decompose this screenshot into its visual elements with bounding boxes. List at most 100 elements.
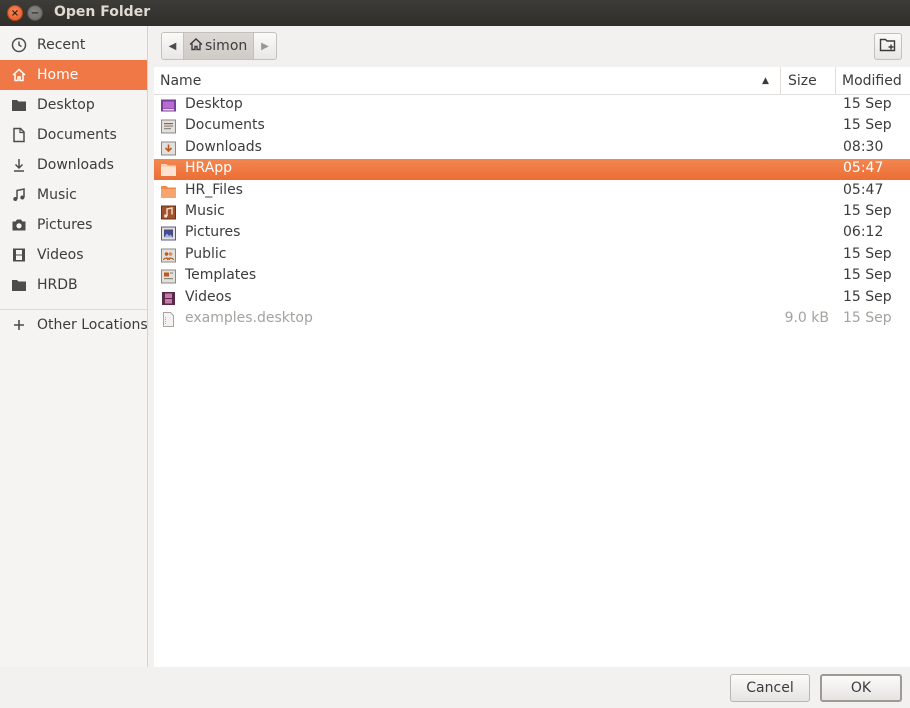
path-bar: ◀ simon ▶ <box>161 32 277 60</box>
close-window-button[interactable]: × <box>7 5 23 21</box>
sidebar-item-home[interactable]: Home <box>0 60 147 90</box>
file-list-header: Name ▲ Size Modified <box>154 67 910 95</box>
sidebar-item-hrdb[interactable]: HRDB <box>0 270 147 300</box>
table-row[interactable]: Music 15 Sep <box>154 202 910 223</box>
home-icon <box>10 66 28 84</box>
table-row[interactable]: Pictures 06:12 <box>154 223 910 244</box>
file-name: examples.desktop <box>185 310 313 326</box>
desktop-folder-icon <box>160 98 177 113</box>
sidebar-item-desktop[interactable]: Desktop <box>0 90 147 120</box>
sidebar-item-recent[interactable]: Recent <box>0 30 147 60</box>
music-icon <box>10 186 28 204</box>
sidebar-item-label: Other Locations <box>37 317 148 333</box>
file-modified: 15 Sep <box>843 288 892 305</box>
text-file-icon <box>160 312 177 327</box>
file-name: HR_Files <box>185 181 243 198</box>
file-name: HRApp <box>185 160 233 177</box>
column-header-modified[interactable]: Modified <box>842 67 902 95</box>
new-folder-button[interactable] <box>874 33 902 60</box>
places-sidebar: Recent Home Desktop Documents Downloads … <box>0 26 148 667</box>
videos-folder-icon <box>160 291 177 306</box>
table-row[interactable]: Public 15 Sep <box>154 245 910 266</box>
ok-button[interactable]: OK <box>820 674 902 702</box>
camera-icon <box>10 216 28 234</box>
sidebar-item-label: Downloads <box>37 157 114 173</box>
public-folder-icon <box>160 248 177 263</box>
file-name: Public <box>185 245 227 262</box>
film-icon <box>10 246 28 264</box>
document-icon <box>10 126 28 144</box>
path-scroll-left-button[interactable]: ◀ <box>162 33 184 59</box>
file-modified: 15 Sep <box>843 245 892 262</box>
file-name: Desktop <box>185 96 243 112</box>
sidebar-item-videos[interactable]: Videos <box>0 240 147 270</box>
sidebar-item-documents[interactable]: Documents <box>0 120 147 150</box>
cancel-button[interactable]: Cancel <box>730 674 810 702</box>
sidebar-item-label: HRDB <box>37 277 78 293</box>
folder-icon <box>160 184 177 199</box>
sidebar-item-label: Home <box>37 67 79 83</box>
file-modified: 15 Sep <box>843 117 892 134</box>
table-row[interactable]: Desktop 15 Sep <box>154 95 910 116</box>
sidebar-item-pictures[interactable]: Pictures <box>0 210 147 240</box>
clock-icon <box>10 36 28 54</box>
file-modified: 06:12 <box>843 224 884 241</box>
table-row[interactable]: Downloads 08:30 <box>154 138 910 159</box>
sidebar-item-label: Documents <box>37 127 117 143</box>
downloads-folder-icon <box>160 141 177 156</box>
path-button-label: simon <box>205 38 248 54</box>
table-row[interactable]: Videos 15 Sep <box>154 288 910 309</box>
pictures-folder-icon <box>160 226 177 241</box>
sidebar-item-downloads[interactable]: Downloads <box>0 150 147 180</box>
sidebar-item-label: Pictures <box>37 217 93 233</box>
title-bar: × − Open Folder <box>0 0 910 26</box>
sort-ascending-icon: ▲ <box>762 76 769 86</box>
music-folder-icon <box>160 205 177 220</box>
sidebar-item-music[interactable]: Music <box>0 180 147 210</box>
file-modified: 15 Sep <box>843 203 892 219</box>
sidebar-item-label: Videos <box>37 247 84 263</box>
sidebar-item-label: Recent <box>37 37 86 53</box>
plus-icon <box>10 316 28 334</box>
column-header-size[interactable]: Size <box>788 67 817 95</box>
file-name: Templates <box>185 267 257 284</box>
folder-icon <box>160 162 177 177</box>
sidebar-item-label: Music <box>37 187 77 203</box>
home-icon <box>188 36 204 56</box>
file-size: 9.0 kB <box>784 310 829 326</box>
chevron-right-icon: ▶ <box>261 40 269 52</box>
file-modified: 15 Sep <box>843 267 892 284</box>
file-list: Name ▲ Size Modified Desktop 15 Sep Docume… <box>154 67 910 667</box>
file-name: Videos <box>185 288 232 305</box>
file-modified: 05:47 <box>843 160 884 177</box>
sidebar-item-label: Desktop <box>37 97 95 113</box>
file-name: Downloads <box>185 138 262 155</box>
file-modified: 08:30 <box>843 138 884 155</box>
file-name: Pictures <box>185 224 241 241</box>
chevron-left-icon: ◀ <box>168 40 177 52</box>
column-header-name[interactable]: Name <box>160 67 780 95</box>
path-scroll-right-button[interactable]: ▶ <box>254 33 276 59</box>
documents-folder-icon <box>160 119 177 134</box>
table-row[interactable]: HR_Files 05:47 <box>154 181 910 202</box>
new-folder-icon <box>879 37 897 57</box>
file-modified: 15 Sep <box>843 96 892 112</box>
folder-icon <box>10 276 28 294</box>
minimize-window-button[interactable]: − <box>27 5 43 21</box>
download-icon <box>10 156 28 174</box>
file-modified: 15 Sep <box>843 310 892 326</box>
file-modified: 05:47 <box>843 181 884 198</box>
folder-icon <box>10 96 28 114</box>
column-divider <box>780 67 781 95</box>
table-row[interactable]: Documents 15 Sep <box>154 116 910 137</box>
table-row[interactable]: examples.desktop 9.0 kB 15 Sep <box>154 309 910 330</box>
file-name: Music <box>185 203 225 219</box>
sidebar-item-other-locations[interactable]: Other Locations <box>0 310 148 340</box>
table-row[interactable]: HRApp 05:47 <box>154 159 910 181</box>
table-row[interactable]: Templates 15 Sep <box>154 266 910 287</box>
path-button-home[interactable]: simon <box>184 33 254 59</box>
templates-folder-icon <box>160 269 177 284</box>
column-divider <box>835 67 836 95</box>
window-title: Open Folder <box>54 4 151 20</box>
file-name: Documents <box>185 117 265 134</box>
